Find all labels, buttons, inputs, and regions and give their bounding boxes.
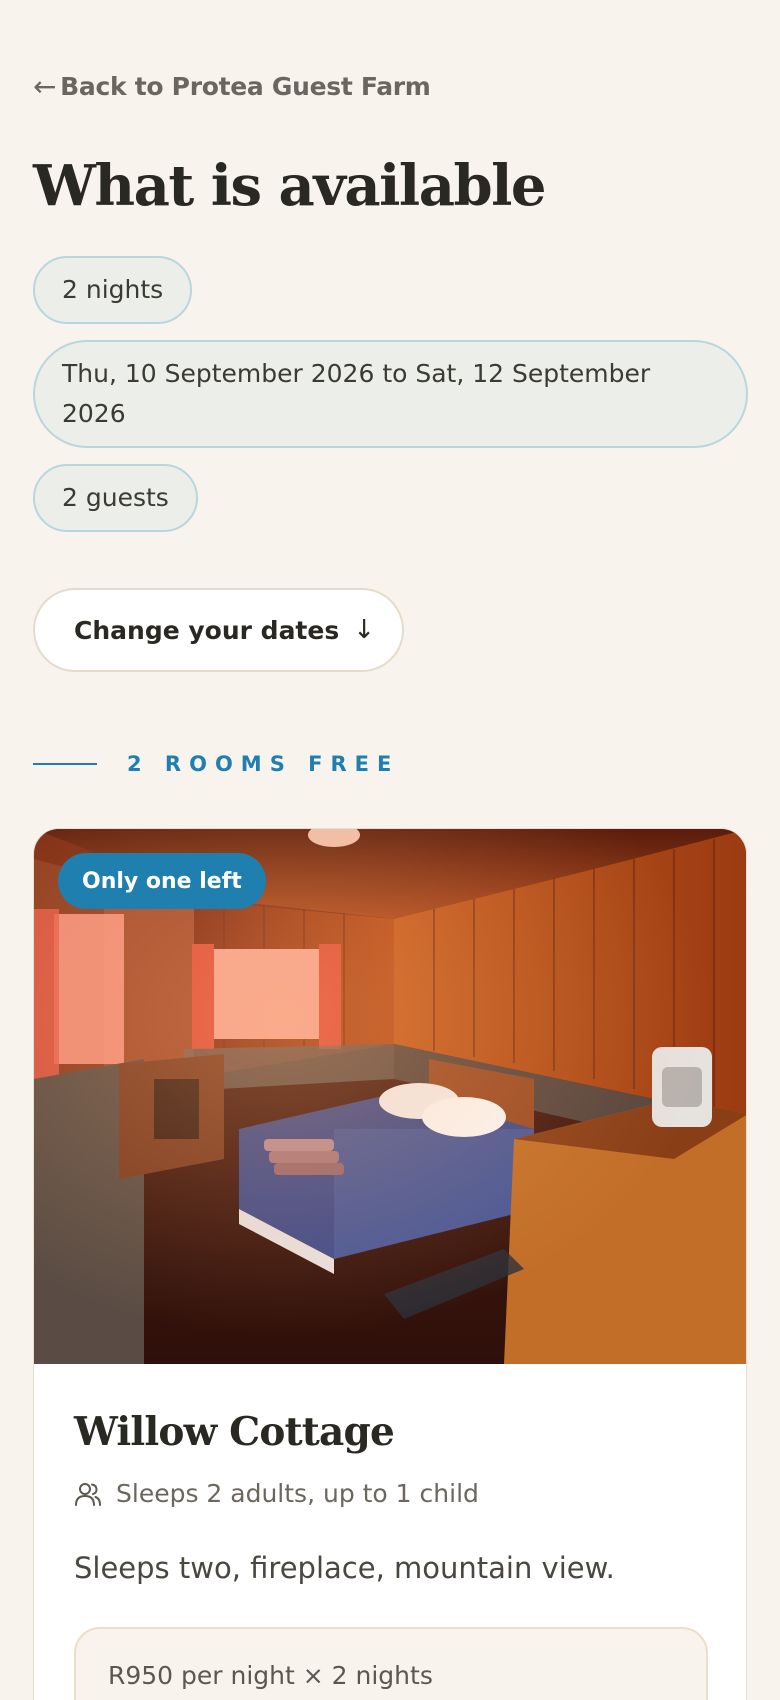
rooms-free-text: 2 ROOMS FREE [127,752,400,776]
dates-chip: Thu, 10 September 2026 to Sat, 12 Septem… [33,340,748,448]
arrow-down-icon: ↓ [353,615,376,645]
guests-chip: 2 guests [33,464,198,532]
page-title: What is available [33,153,547,219]
room-description: Sleeps two, fireplace, mountain view. [74,1551,615,1585]
room-photo: Only one left [34,829,746,1364]
price-per-night: R950 per night × 2 nights [108,1661,433,1690]
users-icon [74,1481,102,1507]
back-link[interactable]: ← Back to Protea Guest Farm [33,72,431,101]
change-dates-button[interactable]: Change your dates ↓ [33,588,404,672]
back-link-label: Back to Protea Guest Farm [60,72,431,101]
nights-chip: 2 nights [33,256,193,324]
divider [33,763,97,765]
sleeps-text: Sleeps 2 adults, up to 1 child [116,1479,479,1508]
arrow-left-icon: ← [33,69,57,103]
price-box: R950 per night × 2 nights [74,1627,708,1700]
room-card[interactable]: Only one left Willow Cottage Sleeps 2 ad… [33,828,747,1700]
only-one-left-badge: Only one left [58,853,266,909]
availability-label: 2 ROOMS FREE [33,752,399,776]
change-dates-label: Change your dates [74,615,340,645]
sleeps-info: Sleeps 2 adults, up to 1 child [74,1479,479,1508]
room-name: Willow Cottage [74,1409,395,1455]
